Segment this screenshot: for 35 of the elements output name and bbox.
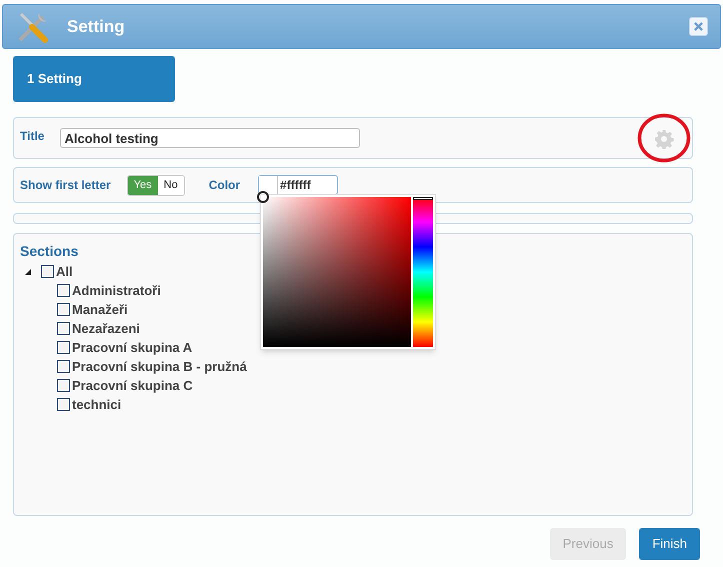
checkbox[interactable] (57, 341, 70, 354)
checkbox[interactable] (57, 360, 70, 373)
tree-item-label[interactable]: Pracovní skupina B - pružná (72, 356, 247, 376)
close-button[interactable] (689, 17, 708, 36)
tree-item-label[interactable]: Pracovní skupina A (72, 338, 192, 358)
checkbox[interactable] (57, 284, 70, 297)
color-field[interactable]: #ffffff (258, 175, 338, 195)
dialog-title: Setting (67, 16, 125, 38)
tree-item-label[interactable]: Administratoři (72, 280, 161, 300)
checkbox[interactable] (57, 379, 70, 392)
show-first-letter-label: Show first letter (20, 177, 111, 194)
checkbox[interactable] (57, 398, 70, 411)
title-input[interactable]: Alcohol testing (60, 128, 360, 148)
sections-heading: Sections (20, 242, 80, 261)
hue-handle[interactable] (413, 197, 433, 200)
highlight-circle (637, 113, 691, 163)
expanded-triangle-icon[interactable] (25, 268, 31, 274)
tree-item-label[interactable]: technici (72, 394, 122, 414)
title-label: Title (20, 128, 44, 145)
tree-item-label[interactable]: All (56, 262, 73, 282)
step-tab[interactable]: 1 Setting (13, 56, 175, 102)
finish-button[interactable]: Finish (639, 528, 700, 560)
hue-slider[interactable] (413, 197, 433, 347)
checkbox[interactable] (57, 303, 70, 316)
checkbox[interactable] (57, 322, 70, 335)
tree-item-label[interactable]: Manažeři (72, 300, 128, 320)
tree-item-label[interactable]: Pracovní skupina C (72, 376, 193, 396)
close-icon (694, 22, 703, 31)
tree-item-label[interactable]: Nezařazeni (72, 318, 140, 338)
color-label: Color (208, 177, 240, 194)
toggle-option[interactable]: No (158, 176, 184, 194)
color-value: #ffffff (280, 177, 311, 194)
checkbox[interactable] (41, 265, 54, 278)
saturation-area[interactable] (263, 197, 412, 347)
picker-handle[interactable] (257, 191, 269, 203)
